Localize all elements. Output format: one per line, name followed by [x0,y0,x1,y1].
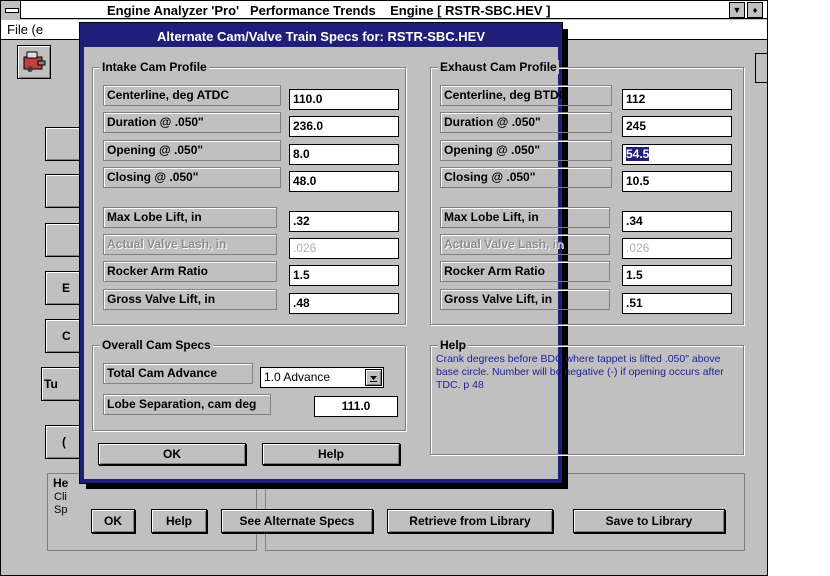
parent-ok-button[interactable]: OK [91,509,135,533]
see-alternate-specs-button[interactable]: See Alternate Specs [221,509,373,533]
lobe-separation-label: Lobe Separation, cam deg [103,394,271,415]
intake-gross-lift-field[interactable]: .48 [289,293,399,314]
exhaust-opening-selected-text: 54.5 [626,147,650,161]
exhaust-duration-label: Duration @ .050" [440,112,612,133]
intake-valve-lash-field: .026 [289,238,399,259]
intake-duration-label: Duration @ .050" [103,112,281,133]
toolbar-edge [755,53,767,83]
exhaust-closing-field[interactable]: 10.5 [622,171,732,192]
exhaust-centerline-label: Centerline, deg BTDC [440,85,612,106]
exhaust-valve-lash-field: .026 [622,238,732,259]
dialog-title: Alternate Cam/Valve Train Specs for: RST… [84,27,558,47]
parent-help-text: Cli Sp [54,491,67,517]
restore-icon[interactable]: ♦ [747,2,763,18]
help-text: Crank degrees before BDC where tappet is… [436,353,724,391]
parent-help-line: Sp [54,504,68,516]
alternate-specs-dialog: Alternate Cam/Valve Train Specs for: RST… [80,23,744,483]
lobe-separation-field[interactable]: 111.0 [314,396,398,417]
total-cam-advance-select[interactable]: 1.0 Advance [260,367,384,388]
intake-valve-lash-label: Actual Valve Lash, in [103,234,277,255]
engine-icon [23,51,46,72]
exhaust-max-lobe-lift-label: Max Lobe Lift, in [440,207,610,228]
exhaust-opening-field[interactable]: 54.5 [622,144,732,165]
exhaust-rocker-ratio-field[interactable]: 1.5 [622,265,732,286]
intake-duration-field[interactable]: 236.0 [289,116,399,137]
total-cam-advance-label: Total Cam Advance [103,363,253,384]
minimize-icon[interactable]: ▼ [729,2,745,18]
parent-help-title: He [53,476,71,490]
intake-opening-field[interactable]: 8.0 [289,144,399,165]
exhaust-closing-label: Closing @ .050" [440,167,612,188]
intake-closing-label: Closing @ .050" [103,167,281,188]
parent-window-title: Engine Analyzer 'Pro' Performance Trends… [107,3,551,18]
help-title: Help [438,338,469,352]
total-cam-advance-value: 1.0 Advance [264,370,331,384]
exhaust-max-lobe-lift-field[interactable]: .34 [622,211,732,232]
dialog-help-button[interactable]: Help [262,443,400,465]
dialog-ok-button[interactable]: OK [98,443,246,465]
intake-opening-label: Opening @ .050" [103,140,281,161]
exhaust-duration-field[interactable]: 245 [622,116,732,137]
intake-rocker-ratio-field[interactable]: 1.5 [289,265,399,286]
parent-titlebar: Engine Analyzer 'Pro' Performance Trends… [1,1,767,19]
intake-gross-lift-label: Gross Valve Lift, in [103,289,277,310]
exhaust-group-title: Exhaust Cam Profile [438,60,559,74]
retrieve-from-library-button[interactable]: Retrieve from Library [387,509,553,533]
exhaust-centerline-field[interactable]: 112 [622,89,732,110]
intake-centerline-label: Centerline, deg ATDC [103,85,281,106]
intake-max-lobe-lift-field[interactable]: .32 [289,211,399,232]
intake-max-lobe-lift-label: Max Lobe Lift, in [103,207,277,228]
intake-centerline-field[interactable]: 110.0 [289,89,399,110]
intake-group-title: Intake Cam Profile [100,60,209,74]
overall-cam-specs-title: Overall Cam Specs [100,338,213,352]
parent-help-line: Cli [54,491,67,503]
save-to-library-button[interactable]: Save to Library [573,509,725,533]
dropdown-arrow-icon[interactable] [365,369,382,386]
intake-closing-field[interactable]: 48.0 [289,171,399,192]
system-menu-icon[interactable] [1,1,21,19]
intake-rocker-ratio-label: Rocker Arm Ratio [103,261,277,282]
exhaust-valve-lash-label: Actual Valve Lash, in [440,234,610,255]
exhaust-opening-label: Opening @ .050" [440,140,612,161]
exhaust-rocker-ratio-label: Rocker Arm Ratio [440,261,610,282]
exhaust-gross-lift-label: Gross Valve Lift, in [440,289,610,310]
exhaust-gross-lift-field[interactable]: .51 [622,293,732,314]
menu-file[interactable]: File (e [7,22,43,37]
parent-help-button[interactable]: Help [151,509,207,533]
overall-cam-specs-groupbox [92,345,406,431]
toolbar-engine-button[interactable] [17,45,51,79]
